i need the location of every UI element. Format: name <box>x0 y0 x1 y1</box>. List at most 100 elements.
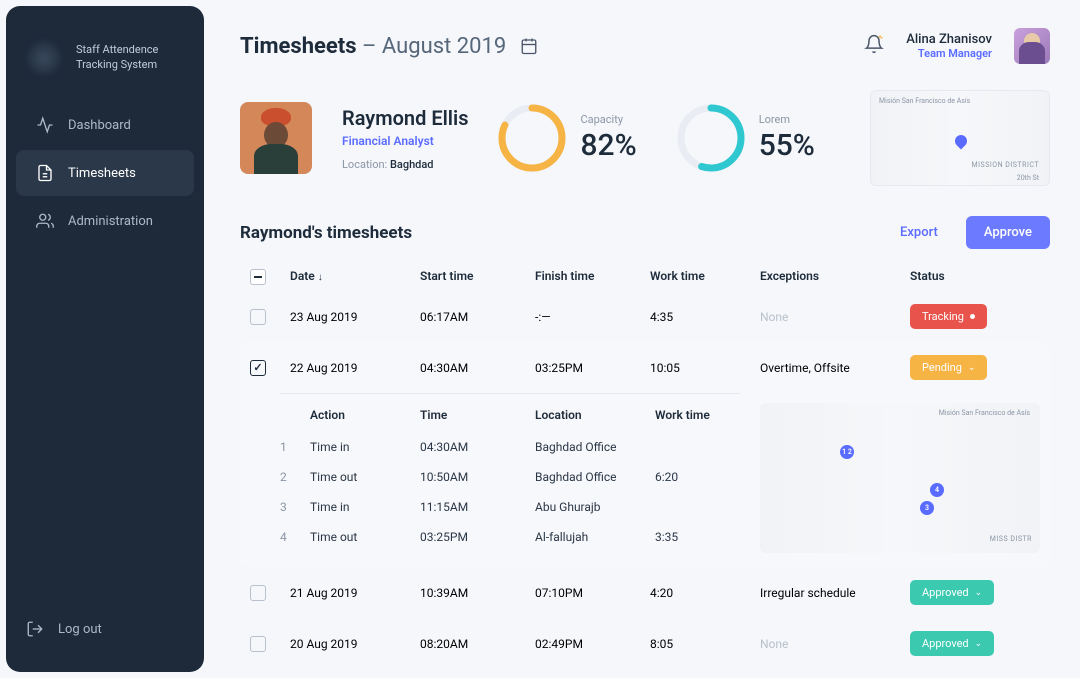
brand: Staff Attendence Tracking System <box>6 26 204 100</box>
sidebar-item-label: Dashboard <box>68 118 131 133</box>
chevron-down-icon: ⌄ <box>975 588 983 598</box>
detail-map[interactable]: Misión San Francisco de Asís MISS DISTR … <box>760 403 1040 553</box>
status-badge[interactable]: Tracking <box>910 304 987 329</box>
detail-panel: Action Time Location Work time 1 Time in… <box>240 393 1050 567</box>
detail-work: 6:20 <box>655 470 735 484</box>
main: Timesheets – August 2019 Alina Zhanisov … <box>210 0 1080 678</box>
col-finish[interactable]: Finish time <box>535 269 650 285</box>
col-date[interactable]: Date↓ <box>290 269 420 285</box>
row-actions <box>1060 585 1080 600</box>
activity-icon <box>36 116 54 134</box>
user-role: Team Manager <box>906 47 992 60</box>
employee-name: Raymond Ellis <box>342 106 468 130</box>
row-actions <box>1060 309 1080 324</box>
employee-overview: Raymond Ellis Financial Analyst Location… <box>240 90 1050 186</box>
brand-line2: Tracking System <box>76 58 158 73</box>
location-label: Location: <box>342 158 390 171</box>
detail-location: Abu Ghurajb <box>535 500 655 514</box>
cell-start: 08:20AM <box>420 637 535 651</box>
brand-logo <box>26 40 62 76</box>
bell-icon <box>864 34 884 54</box>
status-badge[interactable]: Approved⌄ <box>910 580 994 605</box>
header-right: Alina Zhanisov Team Manager <box>864 28 1050 64</box>
header: Timesheets – August 2019 Alina Zhanisov … <box>240 28 1050 64</box>
col-work[interactable]: Work time <box>650 269 760 285</box>
chevron-down-icon: ⌄ <box>975 639 983 649</box>
cell-finish: -:— <box>535 310 650 324</box>
table-row: 19 Aug 2019 07:22AM 11:13PM 7:54 None Ap… <box>240 669 1050 678</box>
map-label: Misión San Francisco de Asís <box>939 409 1030 417</box>
notifications-button[interactable] <box>864 34 884 58</box>
detail-index: 1 <box>280 440 310 454</box>
table-body: 23 Aug 2019 06:17AM -:— 4:35 None Tracki… <box>240 291 1050 678</box>
detail-table: Action Time Location Work time 1 Time in… <box>250 393 740 553</box>
sidebar-item-dashboard[interactable]: Dashboard <box>16 102 194 148</box>
map-pin-icon: 1 2 <box>840 445 854 459</box>
table-row: 22 Aug 2019 04:30AM 03:25PM 10:05 Overti… <box>240 342 1050 393</box>
page-title: Timesheets – August 2019 <box>240 34 506 59</box>
map-preview[interactable]: Misión San Francisco de Asís MISSION DIS… <box>870 90 1050 186</box>
calendar-icon[interactable] <box>520 37 538 55</box>
col-status[interactable]: Status <box>910 269 1060 285</box>
detail-time: 04:30AM <box>420 440 535 454</box>
sort-down-icon: ↓ <box>318 272 323 283</box>
map-label: MISS DISTR <box>990 535 1032 543</box>
title-period: – August 2019 <box>357 34 507 59</box>
status-badge[interactable]: Pending⌄ <box>910 355 987 380</box>
sidebar-item-administration[interactable]: Administration <box>16 198 194 244</box>
row-actions <box>1060 636 1080 651</box>
logout-label: Log out <box>58 622 102 637</box>
cell-date: 21 Aug 2019 <box>290 586 420 600</box>
cell-date: 23 Aug 2019 <box>290 310 420 324</box>
timesheets-table: Date↓ Start time Finish time Work time E… <box>240 263 1050 678</box>
sidebar-item-label: Administration <box>68 214 153 229</box>
location-value: Baghdad <box>390 158 434 171</box>
gauge-label: Capacity <box>580 113 636 126</box>
logout-button[interactable]: Log out <box>6 606 204 652</box>
detail-index: 2 <box>280 470 310 484</box>
map-label: Misión San Francisco de Asís <box>879 97 970 105</box>
actions: Export Approve <box>882 216 1050 249</box>
table-header: Date↓ Start time Finish time Work time E… <box>240 263 1050 291</box>
chevron-down-icon: ⌄ <box>968 363 976 373</box>
row-checkbox[interactable] <box>250 360 266 376</box>
detail-row: 2 Time out 10:50AM Baghdad Office 6:20 <box>280 462 740 492</box>
avatar[interactable] <box>1014 28 1050 64</box>
detail-row: 3 Time in 11:15AM Abu Ghurajb <box>280 492 740 522</box>
brand-line1: Staff Attendence <box>76 43 158 58</box>
approve-button[interactable]: Approve <box>966 216 1050 249</box>
sidebar: Staff Attendence Tracking System Dashboa… <box>6 6 204 672</box>
row-checkbox[interactable] <box>250 636 266 652</box>
cell-status: Approved⌄ <box>910 580 1060 605</box>
row-checkbox[interactable] <box>250 309 266 325</box>
cell-finish: 03:25PM <box>535 361 650 375</box>
col-time: Time <box>420 408 535 422</box>
select-all-checkbox[interactable] <box>250 269 266 285</box>
detail-location: Al-fallujah <box>535 530 655 544</box>
detail-action: Time out <box>310 530 420 544</box>
row-checkbox[interactable] <box>250 585 266 601</box>
gauge-ring <box>498 104 566 172</box>
section-title: Raymond's timesheets <box>240 223 412 243</box>
document-icon <box>36 164 54 182</box>
logout-icon <box>26 620 44 638</box>
col-exceptions[interactable]: Exceptions <box>760 269 910 285</box>
title-bold: Timesheets <box>240 34 357 59</box>
map-pin-icon: 4 <box>930 483 944 497</box>
cell-start: 10:39AM <box>420 586 535 600</box>
sidebar-item-timesheets[interactable]: Timesheets <box>16 150 194 196</box>
sidebar-item-label: Timesheets <box>68 166 136 181</box>
col-start[interactable]: Start time <box>420 269 535 285</box>
cell-date: 22 Aug 2019 <box>290 361 420 375</box>
cell-status: Approved⌄ <box>910 631 1060 656</box>
status-badge[interactable]: Approved⌄ <box>910 631 994 656</box>
detail-row: 1 Time in 04:30AM Baghdad Office <box>280 432 740 462</box>
export-button[interactable]: Export <box>882 216 956 249</box>
user-meta[interactable]: Alina Zhanisov Team Manager <box>906 32 992 60</box>
detail-row: 4 Time out 03:25PM Al-fallujah 3:35 <box>280 522 740 552</box>
gauge-ring <box>677 104 745 172</box>
cell-exceptions: None <box>760 310 910 324</box>
row-actions <box>1060 360 1080 375</box>
col-action: Action <box>310 408 420 422</box>
detail-time: 10:50AM <box>420 470 535 484</box>
